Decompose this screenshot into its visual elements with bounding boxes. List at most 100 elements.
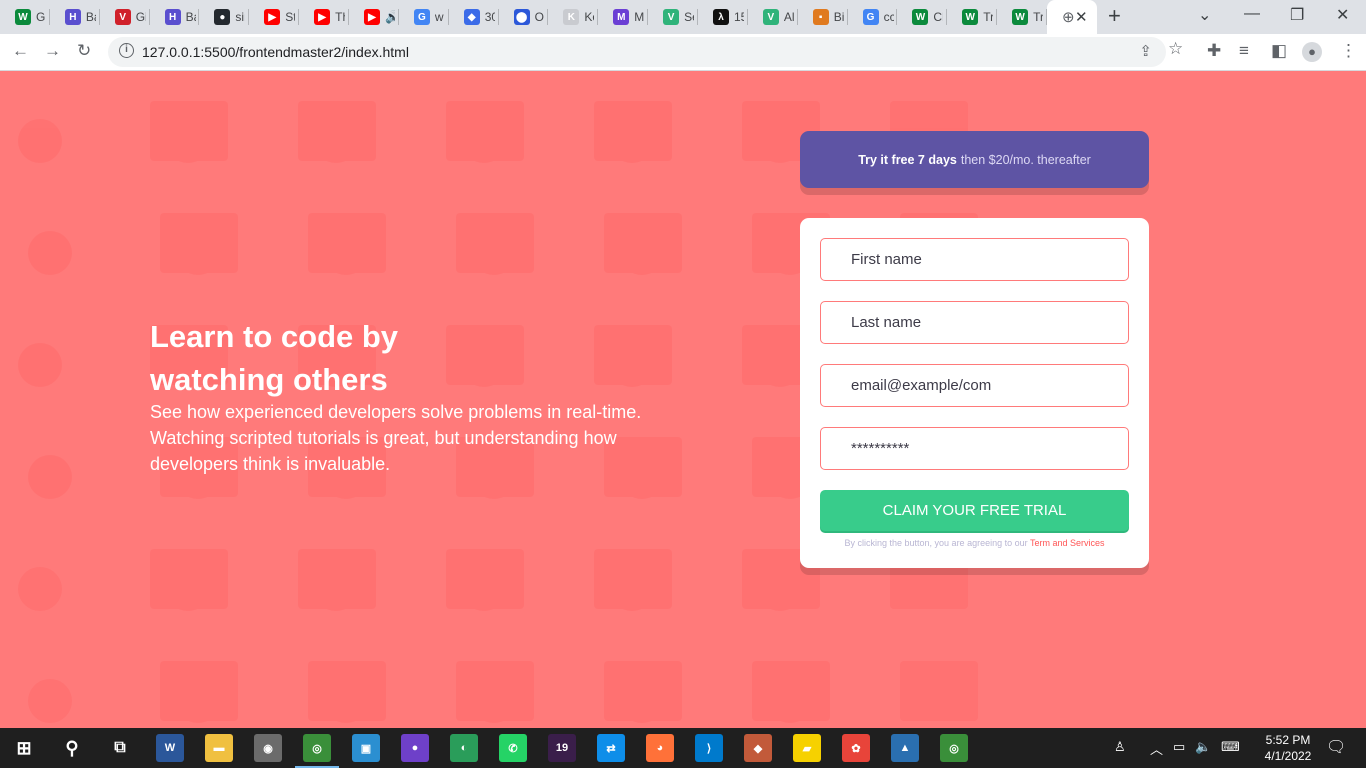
first-name-field[interactable] [820, 238, 1129, 281]
tab-title: Al [783, 10, 794, 24]
search-icon[interactable]: ⚲ [58, 734, 86, 762]
browser-tab[interactable]: W Gi [0, 0, 50, 34]
claim-trial-button[interactable]: CLAIM YOUR FREE TRIAL [820, 490, 1129, 531]
lambda-icon: λ [713, 9, 729, 25]
pattern-circle [18, 567, 62, 611]
whatsapp-icon[interactable]: ✆ [499, 734, 527, 762]
tab-search-icon[interactable]: ⌄ [1198, 5, 1211, 25]
browser-tab[interactable]: Gcc [848, 0, 898, 34]
reload-icon[interactable]: ↻ [77, 41, 91, 61]
notification-icon[interactable]: 🗨 [1326, 737, 1346, 757]
address-bar[interactable]: i 127.0.0.1:5500/frontendmaster2/index.h… [108, 37, 1166, 67]
browser-tab[interactable]: V Gi [100, 0, 150, 34]
close-window-button[interactable]: ✕ [1336, 5, 1349, 25]
pattern-circle [462, 119, 506, 163]
tab-title: Cl [933, 10, 943, 24]
profile-avatar[interactable]: ● [1302, 42, 1322, 62]
pattern-circle [324, 679, 368, 723]
youtube-icon: ▶ [264, 9, 281, 25]
app19-icon[interactable]: 19 [548, 734, 576, 762]
share-icon[interactable]: ⇪ [1139, 42, 1152, 60]
pattern-circle [166, 119, 210, 163]
browser-tab[interactable]: W Tr [997, 0, 1047, 34]
trial-banner-bold: Try it free 7 days [858, 152, 957, 167]
github-icon[interactable]: ● [401, 734, 429, 762]
menu-icon[interactable]: ⋮ [1340, 41, 1357, 61]
browser-tab[interactable]: ▶ 🔊 [349, 0, 399, 34]
chrome-icon[interactable]: ◎ [303, 734, 331, 762]
browser-tab[interactable]: W Cl [897, 0, 948, 34]
browser-tab[interactable]: ⬤ O [499, 0, 549, 34]
pattern-circle [610, 567, 654, 611]
git-icon[interactable]: ◆ [744, 734, 772, 762]
folder-icon[interactable]: ▬ [205, 734, 233, 762]
app-icon[interactable]: ▣ [352, 734, 380, 762]
m-icon: M [613, 9, 630, 25]
battery-icon[interactable]: ▭ [1173, 739, 1185, 755]
pattern-circle [18, 119, 62, 163]
puzzle-icon: ▪ [812, 9, 829, 25]
terms-link[interactable]: Term and Services [1030, 538, 1105, 548]
info-icon[interactable]: i [119, 43, 134, 58]
hero-title: Learn to code by watching others [150, 319, 399, 397]
browser-tab[interactable]: W Tr [947, 0, 998, 34]
photos-icon[interactable]: ▲ [891, 734, 919, 762]
k-icon: K [563, 9, 580, 25]
camera-icon[interactable]: ◉ [254, 734, 282, 762]
tab-title: Tr [1033, 10, 1044, 24]
forward-icon[interactable]: → [44, 41, 61, 61]
clock[interactable]: 5:52 PM 4/1/2022 [1258, 732, 1318, 764]
task-view-icon[interactable]: ⧉ [106, 734, 134, 762]
browser-tab[interactable]: ▶ St [249, 0, 300, 34]
firefox-icon[interactable]: ◕ [646, 734, 674, 762]
media-icon[interactable]: ≡ [1239, 41, 1249, 61]
browser-tab[interactable]: MM [598, 0, 649, 34]
browser-tab[interactable]: ◆ 30 [449, 0, 499, 34]
browser-tab[interactable]: K Ko [548, 0, 599, 34]
vscode-icon[interactable]: ⟩ [695, 734, 723, 762]
browser-tab[interactable]: H Ba [150, 0, 200, 34]
minimize-button[interactable]: — [1244, 5, 1260, 23]
email-field[interactable] [820, 364, 1129, 407]
browser-tab[interactable]: H Ba [50, 0, 100, 34]
back-icon[interactable]: ← [12, 41, 29, 61]
chrome-icon[interactable]: ◎ [940, 734, 968, 762]
word-icon[interactable]: W [156, 734, 184, 762]
pattern-tile [900, 661, 978, 721]
tab-title: O [534, 10, 544, 24]
tab-title: St [285, 10, 296, 24]
browser-tab[interactable]: Gw [399, 0, 449, 34]
github-icon: ● [214, 9, 231, 25]
keyboard-icon[interactable]: ⌨ [1221, 739, 1240, 755]
browser-tab[interactable]: ▶ Th [299, 0, 349, 34]
bookmark-star-icon[interactable]: ☆ [1168, 39, 1183, 59]
close-tab-icon[interactable]: ✕ [1075, 8, 1088, 26]
side-panel-icon[interactable]: ◧ [1271, 41, 1287, 61]
browser-tab[interactable]: ▪ Bi [798, 0, 848, 34]
volume-icon[interactable]: 🔈 [1195, 739, 1211, 755]
browser-tab[interactable]: V Se [648, 0, 698, 34]
tab-title: Ba [185, 10, 196, 24]
tab-title: 🔊 [385, 10, 395, 24]
browser-tab[interactable]: ● sir [199, 0, 250, 34]
extensions-icon[interactable]: ✚ [1207, 41, 1221, 61]
browser-tab[interactable]: λ 15 [698, 0, 748, 34]
browser-tab[interactable]: V Al [748, 0, 798, 34]
chevron-up-icon[interactable]: ︿ [1150, 739, 1163, 758]
pattern-circle [758, 343, 802, 387]
restore-button[interactable]: ❐ [1290, 5, 1304, 25]
teamviewer-icon[interactable]: ⇄ [597, 734, 625, 762]
start-icon[interactable]: ⊞ [10, 734, 38, 762]
tab-active[interactable]: ⊕ [1047, 0, 1097, 34]
google-icon: G [413, 9, 430, 25]
tab-title: Gi [135, 10, 146, 24]
app3-icon[interactable]: ✿ [842, 734, 870, 762]
url-text[interactable]: 127.0.0.1:5500/frontendmaster2/index.htm… [142, 44, 409, 60]
tab-title: Se [684, 10, 694, 24]
sticky-notes-icon[interactable]: ▰ [793, 734, 821, 762]
password-field[interactable] [820, 427, 1129, 470]
last-name-field[interactable] [820, 301, 1129, 344]
people-icon[interactable]: ♙ [1114, 739, 1126, 755]
app2-icon[interactable]: ◐ [450, 734, 478, 762]
new-tab-button[interactable]: + [1108, 3, 1121, 29]
